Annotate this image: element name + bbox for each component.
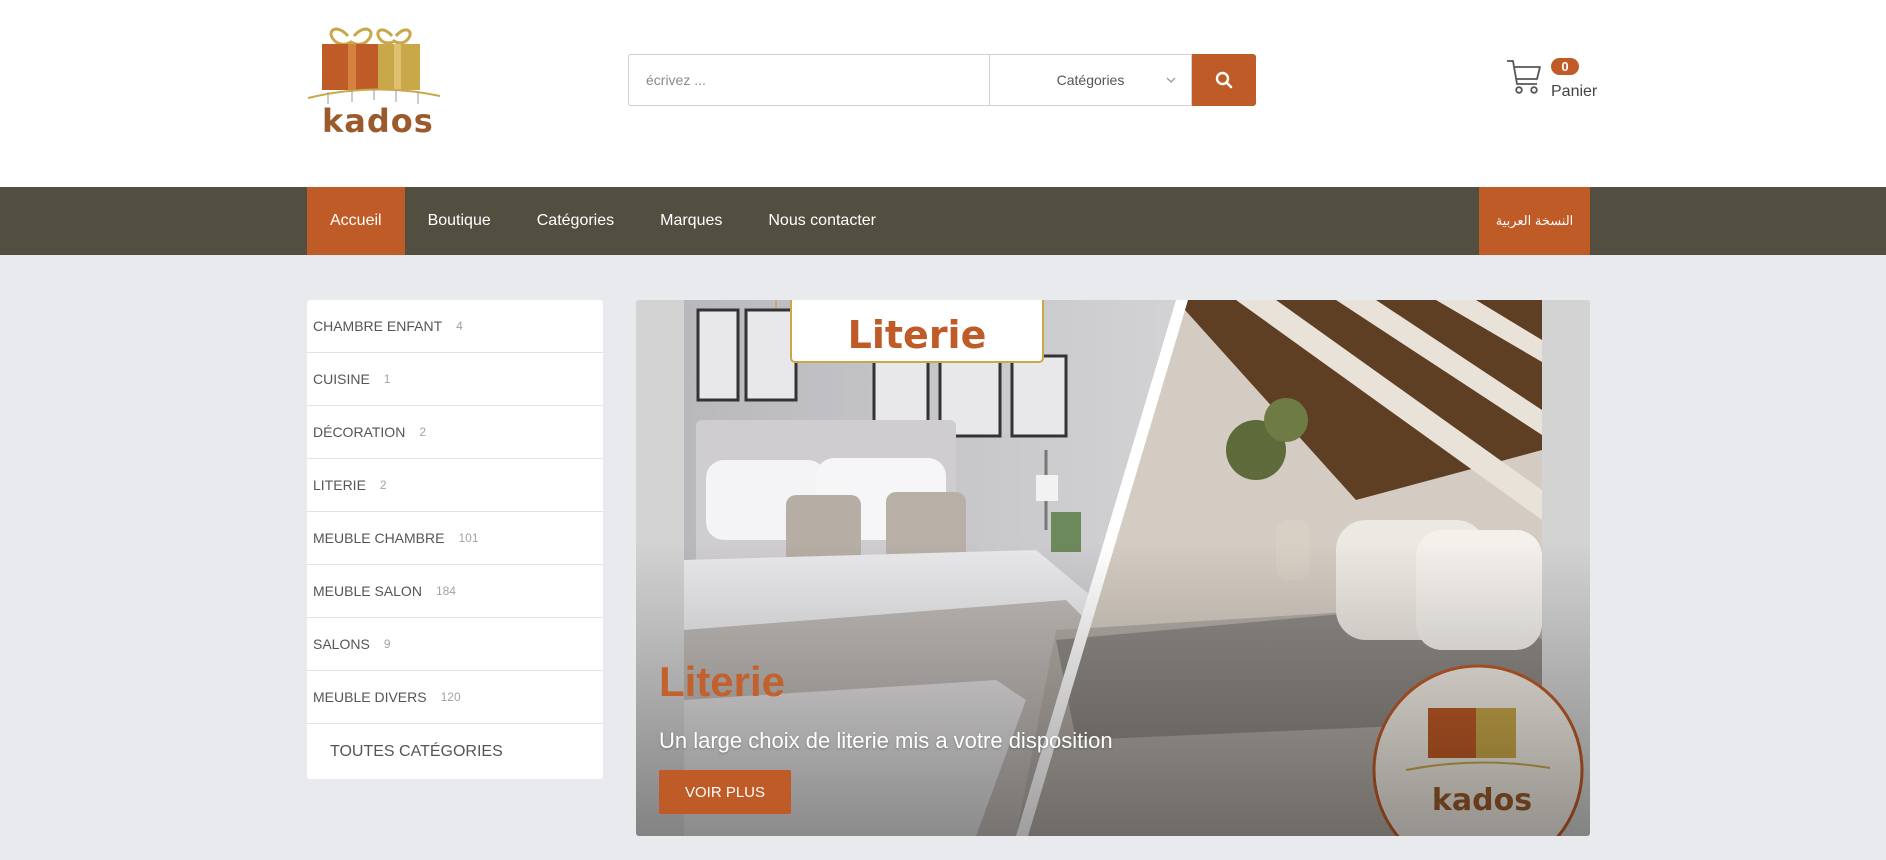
- search-bar: Catégories: [628, 54, 1256, 106]
- hero-slider: Literie kados Literie Un large choix de …: [636, 300, 1590, 836]
- logo-wordmark: kados: [322, 102, 434, 140]
- nav-item-categories[interactable]: Catégories: [514, 187, 637, 255]
- category-count: 4: [456, 319, 463, 333]
- category-count: 2: [379, 478, 387, 492]
- cart-label: Panier: [1551, 83, 1598, 100]
- search-button[interactable]: [1192, 54, 1256, 106]
- nav-item-contact[interactable]: Nous contacter: [745, 187, 899, 255]
- nav-item-boutique[interactable]: Boutique: [405, 187, 514, 255]
- category-label: CUISINE: [313, 371, 370, 387]
- sidebar-item-literie[interactable]: LITERIE 2: [307, 459, 603, 512]
- sidebar-item-meuble-divers[interactable]: MEUBLE DIVERS 120: [307, 671, 603, 724]
- kados-logo[interactable]: kados: [306, 24, 442, 140]
- all-categories-link[interactable]: TOUTES CATÉGORIES: [307, 724, 603, 780]
- nav-item-marques[interactable]: Marques: [637, 187, 745, 255]
- category-label: LITERIE: [313, 477, 366, 493]
- main-nav: Accueil Boutique Catégories Marques Nous…: [0, 187, 1886, 255]
- nav-item-accueil[interactable]: Accueil: [307, 187, 405, 255]
- voir-plus-button[interactable]: VOIR PLUS: [659, 770, 791, 814]
- category-label: SALONS: [313, 636, 370, 652]
- category-count: 184: [435, 584, 456, 598]
- cart-count-badge: 0: [1551, 58, 1579, 75]
- site-header: kados Catégories 0 Panier: [0, 0, 1886, 187]
- category-count: 1: [383, 372, 391, 386]
- sidebar-item-cuisine[interactable]: CUISINE 1: [307, 353, 603, 406]
- search-input[interactable]: [628, 54, 989, 106]
- category-count: 9: [383, 637, 391, 651]
- hero-bedroom-image: Literie kados: [636, 300, 1590, 836]
- shopping-cart-icon: [1507, 60, 1541, 94]
- sidebar-item-meuble-salon[interactable]: MEUBLE SALON 184: [307, 565, 603, 618]
- cart-widget[interactable]: 0 Panier: [1506, 56, 1626, 104]
- hero-subtitle: Un large choix de literie mis a votre di…: [659, 728, 1113, 753]
- category-select[interactable]: Catégories: [989, 54, 1192, 106]
- arabic-version-button[interactable]: النسخة العربية: [1479, 187, 1590, 255]
- sidebar-item-chambre-enfant[interactable]: CHAMBRE ENFANT 4: [307, 300, 603, 353]
- sidebar-item-decoration[interactable]: DÉCORATION 2: [307, 406, 603, 459]
- category-label: MEUBLE SALON: [313, 583, 422, 599]
- sidebar-item-meuble-chambre[interactable]: MEUBLE CHAMBRE 101: [307, 512, 603, 565]
- category-label: CHAMBRE ENFANT: [313, 318, 443, 334]
- hero-title: Literie: [659, 658, 786, 705]
- category-label: MEUBLE CHAMBRE: [313, 530, 445, 546]
- category-count: 2: [419, 425, 426, 439]
- search-icon: [1215, 71, 1233, 89]
- category-sidebar: CHAMBRE ENFANT 4 CUISINE 1 DÉCORATION 2 …: [307, 300, 603, 779]
- category-count: 101: [458, 531, 479, 545]
- category-label: DÉCORATION: [313, 424, 406, 440]
- sidebar-item-salons[interactable]: SALONS 9: [307, 618, 603, 671]
- chevron-down-icon: [1166, 77, 1176, 83]
- category-label: MEUBLE DIVERS: [313, 689, 427, 705]
- category-count: 120: [440, 690, 461, 704]
- category-select-value: Catégories: [1056, 72, 1125, 88]
